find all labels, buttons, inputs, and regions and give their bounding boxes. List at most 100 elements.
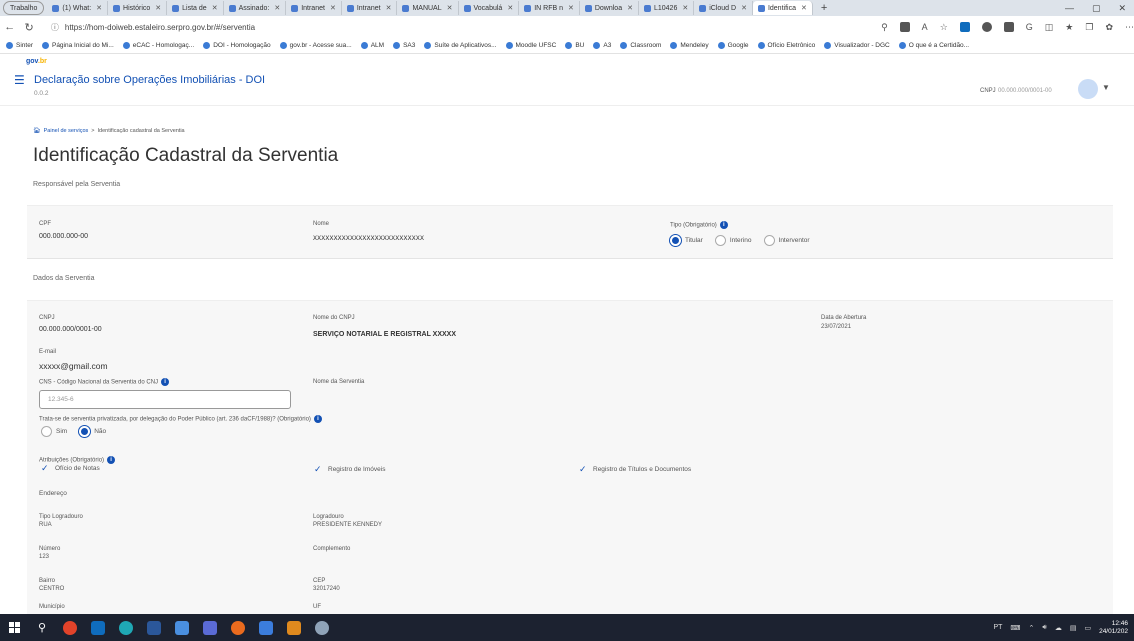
taskbar-outlook-icon[interactable] (84, 614, 112, 641)
radio-option-interventor[interactable]: Interventor (763, 235, 810, 246)
bookmark-item[interactable]: gov.br - Acesse sua... (279, 42, 352, 49)
clock[interactable]: 12:46 24/01/202 (1099, 620, 1128, 636)
new-tab-icon[interactable]: + (813, 2, 835, 14)
radio-option-titular[interactable]: Titular (670, 235, 703, 246)
taskbar-app-icon-3[interactable] (224, 614, 252, 641)
browser-tab[interactable]: Intranet ✕ (286, 1, 342, 15)
close-icon[interactable]: ✕ (741, 4, 747, 12)
url-field[interactable]: ⓘ https://hom-doiweb.estaleiro.serpro.go… (45, 19, 871, 35)
bookmark-item[interactable]: SA3 (393, 42, 415, 49)
cns-input[interactable]: 12.345-6 (39, 390, 291, 409)
bookmark-item[interactable]: ALM (360, 42, 384, 49)
extension-icon-3[interactable] (1003, 22, 1014, 32)
radio-option-interino[interactable]: Interino (714, 235, 752, 246)
language-indicator[interactable]: PT (993, 624, 1002, 631)
info-icon[interactable]: i (107, 456, 116, 464)
bookmark-item[interactable]: Moodle UFSC (505, 42, 556, 49)
close-icon[interactable]: ✕ (155, 4, 161, 12)
read-aloud-icon[interactable]: A (922, 22, 928, 32)
home-icon[interactable]: 🏠︎ (33, 127, 41, 134)
back-icon[interactable]: ← (0, 21, 19, 33)
close-icon[interactable]: ✕ (682, 4, 688, 12)
radio-option-nao[interactable]: Não (79, 426, 106, 437)
extension-icon-2[interactable] (981, 22, 992, 32)
keyboard-icon[interactable]: ⌨ (1010, 624, 1020, 632)
bookmark-item[interactable]: Ofício Eletrônico (757, 42, 815, 49)
taskbar-app-icon-1[interactable] (56, 614, 84, 641)
bookmark-item[interactable]: A3 (593, 42, 611, 49)
browser-tab[interactable]: IN RFB n ✕ (519, 1, 580, 15)
site-info-icon[interactable]: ⓘ (51, 22, 59, 33)
browser-tab[interactable]: Vocabulá ✕ (459, 1, 520, 15)
close-icon[interactable]: ✕ (330, 4, 336, 12)
browser-tab[interactable]: Downloa ✕ (580, 1, 639, 15)
bookmark-item[interactable]: DOI - Homologação (203, 42, 271, 49)
bookmark-item[interactable]: O que é a Certidão... (898, 42, 969, 49)
browser-tab[interactable]: Trabalho (3, 1, 45, 15)
breadcrumb-home-link[interactable]: Painel de serviços (44, 128, 89, 134)
browser-tab[interactable]: Lista de ✕ (167, 1, 224, 15)
avatar[interactable] (1078, 79, 1098, 99)
extension-icon[interactable] (899, 22, 910, 32)
refresh-extension-icon[interactable]: G (1026, 22, 1033, 32)
split-screen-icon[interactable]: ◫ (1045, 22, 1054, 33)
close-icon[interactable]: ✕ (507, 4, 513, 12)
taskbar-app-icon-4[interactable] (252, 614, 280, 641)
display-icon[interactable]: ▭ (1084, 624, 1091, 632)
browser-tab[interactable]: Intranet ✕ (342, 1, 398, 15)
taskbar-explorer-icon[interactable] (168, 614, 196, 641)
close-icon[interactable]: ✕ (801, 4, 807, 12)
maximize-icon[interactable]: ▢ (1092, 3, 1101, 14)
browser-tab[interactable]: Assinado: ✕ (224, 1, 287, 15)
close-icon[interactable]: ✕ (212, 4, 218, 12)
radio-option-sim[interactable]: Sim (41, 426, 67, 437)
browser-tab[interactable]: MANUAL ✕ (397, 1, 459, 15)
copilot-icon[interactable]: ✿ (1105, 22, 1113, 33)
taskbar-app-icon-5[interactable] (280, 614, 308, 641)
more-menu-icon[interactable]: ⋯ (1125, 22, 1134, 33)
bookmark-item[interactable]: eCAC - Homologaç... (122, 42, 194, 49)
favorite-star-icon[interactable]: ☆ (940, 22, 948, 33)
close-icon[interactable]: ✕ (96, 4, 102, 12)
chevron-down-icon[interactable]: ▼ (1102, 83, 1110, 92)
browser-tab[interactable]: L10426 ✕ (639, 1, 695, 15)
reload-icon[interactable]: ↻ (19, 21, 38, 34)
hamburger-menu-icon[interactable]: ☰ (14, 73, 25, 87)
zoom-icon[interactable]: ⚲ (881, 22, 888, 33)
close-icon[interactable]: ✕ (386, 4, 392, 12)
taskbar-app-icon-2[interactable] (196, 614, 224, 641)
close-icon[interactable]: ✕ (274, 4, 280, 12)
search-icon[interactable]: ⚲ (28, 614, 56, 641)
info-icon[interactable]: i (161, 378, 170, 386)
onedrive-icon[interactable]: ☁ (1055, 624, 1062, 632)
info-icon[interactable]: i (719, 221, 728, 229)
browser-tab[interactable]: Histórico ✕ (108, 1, 168, 15)
govbr-logo[interactable]: gov.br (26, 58, 47, 65)
close-icon[interactable]: ✕ (627, 4, 633, 12)
network-icon[interactable]: ▤ (1070, 624, 1077, 632)
windows-start-icon[interactable] (0, 614, 28, 641)
bookmark-item[interactable]: Sinter (6, 42, 33, 49)
volume-icon[interactable]: 🔊︎ (1042, 624, 1046, 632)
checkbox-atribuicao[interactable]: ✓ Ofício de Notas (41, 463, 100, 473)
info-icon[interactable]: i (313, 415, 322, 423)
collections-icon[interactable]: ❐ (1085, 22, 1093, 33)
favorites-icon[interactable]: ★ (1065, 22, 1073, 33)
bookmark-item[interactable]: Visualizador - DGC (824, 42, 890, 49)
checkbox-atribuicao[interactable]: ✓ Registro de Títulos e Documentos (579, 464, 691, 474)
browser-tab[interactable]: (1) What: ✕ (47, 1, 109, 15)
close-icon[interactable]: ✕ (447, 4, 453, 12)
browser-tab[interactable]: Identifica ✕ (752, 1, 813, 15)
chevron-up-icon[interactable]: ⌃ (1029, 624, 1035, 632)
bookmark-item[interactable]: Classroom (620, 42, 661, 49)
checkbox-atribuicao[interactable]: ✓ Registro de Imóveis (314, 464, 385, 474)
close-icon[interactable]: ✕ (568, 4, 574, 12)
browser-tab[interactable]: iCloud D ✕ (694, 1, 753, 15)
outlook-extension-icon[interactable] (959, 22, 970, 32)
bookmark-item[interactable]: BU (565, 42, 584, 49)
bookmark-item[interactable]: Suíte de Aplicativos... (424, 42, 497, 49)
bookmark-item[interactable]: Página Inicial do Mi... (41, 42, 114, 49)
close-window-icon[interactable]: ✕ (1118, 3, 1126, 14)
taskbar-app-icon-6[interactable] (308, 614, 336, 641)
minimize-icon[interactable]: — (1065, 3, 1074, 14)
